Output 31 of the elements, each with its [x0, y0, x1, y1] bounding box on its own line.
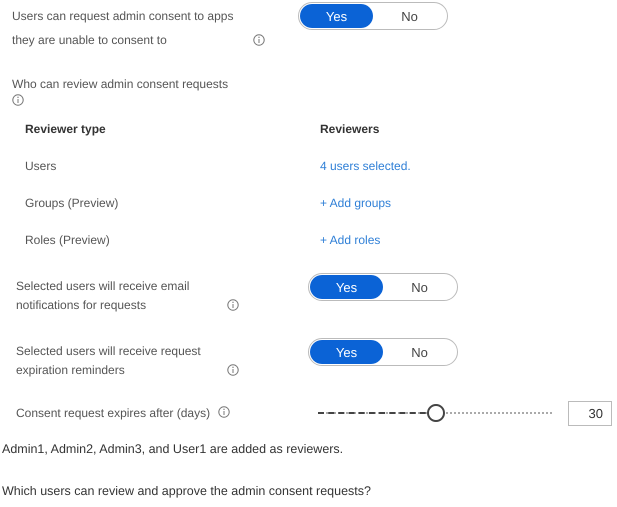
setting-label: Selected users will receive email notifications for requests [16, 278, 190, 314]
setting-label: Users can request admin consent to apps they are unable to consent to [12, 8, 234, 49]
info-icon[interactable] [218, 406, 230, 418]
column-header: Reviewer type [25, 122, 106, 136]
toggle-option[interactable]: Yes [310, 275, 383, 299]
reviewer-type: Roles (Preview) [25, 233, 110, 247]
toggle-option[interactable]: No [373, 4, 446, 28]
question-text: Which users can review and approve the admin consent requests? [2, 484, 371, 498]
toggle-option[interactable]: Yes [300, 4, 373, 28]
toggle-option[interactable]: No [383, 340, 456, 364]
toggle-option[interactable]: No [383, 275, 456, 299]
toggle-option[interactable]: Yes [310, 340, 383, 364]
days-input[interactable]: 30 [568, 400, 612, 426]
reviewers-link[interactable]: 4 users selected. [320, 159, 411, 173]
column-header: Reviewers [320, 122, 380, 136]
reviewer-type: Users [25, 159, 56, 173]
info-icon[interactable] [253, 34, 265, 46]
toggle-switch[interactable]: Yes No [298, 2, 448, 30]
setting-label: Selected users will receive request expiration reminders [16, 343, 202, 379]
toggle-switch[interactable]: Yes No [308, 338, 458, 366]
reviewers-link[interactable]: + Add groups [320, 196, 392, 210]
setting-label: Consent request expires after (days) [16, 406, 210, 420]
slider-thumb[interactable] [426, 404, 444, 422]
info-icon[interactable] [227, 299, 239, 311]
question-text: Admin1, Admin2, Admin3, and User1 are added as reviewers. [2, 442, 344, 456]
reviewers-link[interactable]: + Add roles [320, 233, 380, 247]
section-label: Who can review admin consent requests [12, 77, 228, 91]
info-icon[interactable] [12, 94, 24, 106]
info-icon[interactable] [227, 364, 239, 376]
reviewer-type: Groups (Preview) [25, 196, 118, 210]
toggle-switch[interactable]: Yes No [308, 273, 458, 301]
